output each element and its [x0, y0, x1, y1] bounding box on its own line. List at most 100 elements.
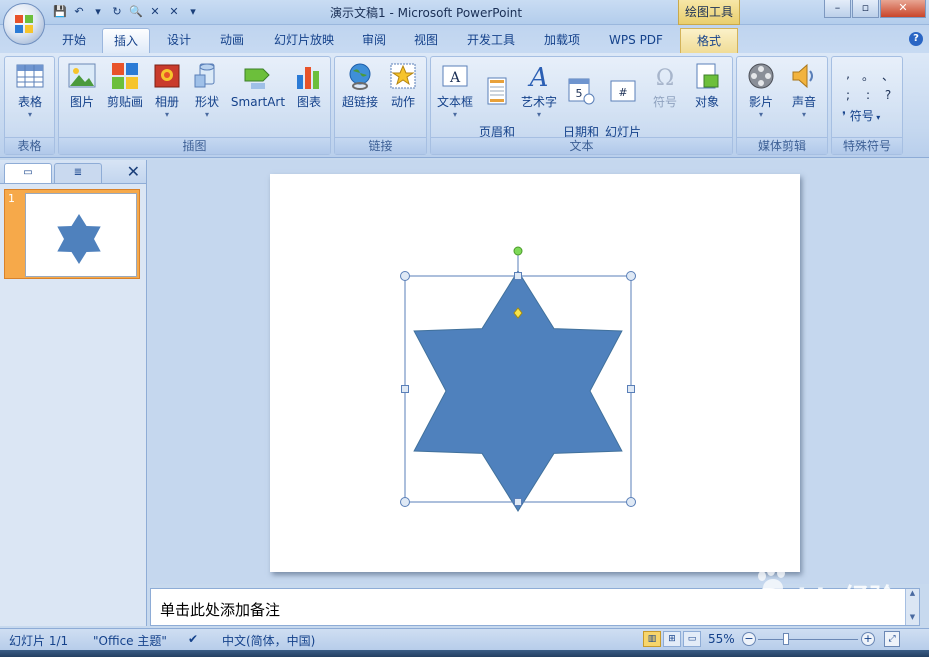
- special-symbol-label: 符号: [849, 109, 874, 123]
- status-bar: 幻灯片 1/1 "Office 主题" ✔ 中文(简体，中国) ▥ ⊞ ▭ 55…: [0, 628, 929, 650]
- shapes-button[interactable]: 形状 ▾: [189, 61, 225, 120]
- wordart-label: 艺术字: [520, 95, 557, 109]
- globe-link-icon: [349, 63, 371, 90]
- tab-design[interactable]: 设计: [158, 28, 200, 53]
- context-tab-title: 绘图工具: [678, 0, 740, 25]
- picture-button[interactable]: 图片: [64, 61, 100, 110]
- smartart-label: SmartArt: [230, 95, 286, 109]
- omega-icon: Ω: [656, 66, 674, 91]
- movie-button[interactable]: 影片 ▾: [739, 61, 783, 120]
- tab-format[interactable]: 格式: [680, 28, 738, 53]
- zoom-slider[interactable]: [758, 639, 858, 640]
- notes-scrollbar[interactable]: ▲ ▼: [905, 589, 919, 625]
- symbol-period[interactable]: 。: [858, 67, 878, 84]
- special-symbol-button[interactable]: ❜ 符号 ▾: [842, 107, 880, 124]
- group-text: A 文本框 ▾ 页眉和 页脚 A 艺术字 ▾ 5: [430, 56, 733, 155]
- zoom-slider-thumb[interactable]: [783, 633, 789, 645]
- undo-dropdown-icon[interactable]: ▾: [90, 4, 106, 20]
- symbol-button[interactable]: Ω 符号: [645, 61, 685, 110]
- group-media: 影片 ▾ 声音 ▾ 媒体剪辑: [736, 56, 828, 155]
- symbol-comma[interactable]: ,: [838, 67, 858, 84]
- resize-handle-se[interactable]: [626, 497, 636, 507]
- tab-review[interactable]: 审阅: [353, 28, 395, 53]
- pane-tabs: ▭ ≣ ✕: [0, 160, 146, 184]
- six-point-star-shape[interactable]: [413, 270, 623, 512]
- close-icon[interactable]: ✕: [166, 4, 182, 20]
- resize-handle-sw[interactable]: [400, 497, 410, 507]
- ribbon-tabs: 开始 插入 设计 动画 幻灯片放映 审阅 视图 开发工具 加载项 WPS PDF…: [0, 25, 929, 54]
- slideshow-view-icon[interactable]: ▭: [683, 631, 701, 647]
- slides-tab-icon: ▭: [23, 167, 33, 178]
- slide-canvas[interactable]: [270, 174, 800, 572]
- tab-slides[interactable]: ▭: [4, 163, 52, 183]
- preview-icon[interactable]: 🔍: [128, 4, 144, 20]
- svg-text:#: #: [618, 86, 627, 99]
- zoom-in-icon[interactable]: +: [861, 632, 875, 646]
- slide-sorter-view-icon[interactable]: ⊞: [663, 631, 681, 647]
- slide-number: 1: [8, 192, 15, 205]
- rotation-handle[interactable]: [513, 246, 523, 256]
- tab-view[interactable]: 视图: [405, 28, 447, 53]
- zoom-out-icon[interactable]: −: [742, 632, 756, 646]
- undo-icon[interactable]: ↶: [71, 4, 87, 20]
- action-button[interactable]: 动作: [383, 61, 423, 110]
- spellcheck-icon[interactable]: ✔: [188, 632, 198, 646]
- tab-animation[interactable]: 动画: [211, 28, 253, 53]
- zoom-level[interactable]: 55%: [708, 632, 735, 646]
- help-icon[interactable]: ?: [909, 32, 923, 46]
- save-icon[interactable]: 💾: [52, 4, 68, 20]
- restore-button[interactable]: ▫: [852, 0, 879, 18]
- resize-handle-n[interactable]: [514, 272, 522, 280]
- minimize-button[interactable]: –: [824, 0, 851, 18]
- office-button[interactable]: [3, 3, 45, 45]
- resize-handle-nw[interactable]: [400, 271, 410, 281]
- symbol-colon[interactable]: :: [858, 88, 878, 102]
- group-label-special-symbols: 特殊符号: [832, 137, 902, 154]
- close-icon[interactable]: ✕: [147, 4, 163, 20]
- slides-pane: ▭ ≣ ✕ 1: [0, 160, 147, 626]
- album-button[interactable]: 相册 ▾: [149, 61, 185, 120]
- clipart-button[interactable]: 剪贴画: [103, 61, 147, 110]
- textbox-button[interactable]: A 文本框 ▾: [433, 61, 477, 120]
- chevron-down-icon: ▾: [204, 110, 209, 119]
- chart-button[interactable]: 图表: [291, 61, 327, 110]
- tab-insert[interactable]: 插入: [102, 28, 150, 54]
- resize-handle-s[interactable]: [514, 498, 522, 506]
- resize-handle-w[interactable]: [401, 385, 409, 393]
- chevron-down-icon: ▾: [452, 110, 457, 119]
- table-button[interactable]: 表格 ▾: [8, 61, 52, 120]
- redo-icon[interactable]: ↻: [109, 4, 125, 20]
- group-label-links: 链接: [335, 137, 426, 154]
- sound-button[interactable]: 声音 ▾: [783, 61, 825, 120]
- close-icon[interactable]: ✕: [127, 163, 140, 181]
- tab-wps-pdf[interactable]: WPS PDF: [602, 28, 670, 53]
- photo-album-icon: [154, 64, 180, 88]
- close-button[interactable]: ✕: [880, 0, 926, 18]
- tab-addins[interactable]: 加载项: [535, 28, 589, 53]
- smartart-button[interactable]: SmartArt: [229, 61, 287, 110]
- wordart-button[interactable]: A 艺术字 ▾: [519, 61, 559, 120]
- textbox-label: 文本框: [436, 95, 473, 109]
- picture-label: 图片: [69, 95, 94, 109]
- svg-text:5: 5: [576, 87, 583, 100]
- symbol-question[interactable]: ?: [878, 88, 898, 102]
- slide-thumbnail[interactable]: [25, 193, 137, 277]
- resize-handle-e[interactable]: [627, 385, 635, 393]
- slide-thumbnail-selected[interactable]: 1: [4, 189, 140, 279]
- header-footer-icon: [487, 77, 507, 105]
- resize-handle-ne[interactable]: [626, 271, 636, 281]
- smartart-icon: [244, 68, 270, 89]
- normal-view-icon[interactable]: ▥: [643, 631, 661, 647]
- shapes-label: 形状: [194, 95, 219, 109]
- hyperlink-button[interactable]: 超链接: [337, 61, 383, 110]
- tab-outline[interactable]: ≣: [54, 163, 102, 183]
- customize-dropdown-icon[interactable]: ▾: [185, 4, 201, 20]
- tab-slideshow[interactable]: 幻灯片放映: [266, 28, 342, 53]
- tab-developer[interactable]: 开发工具: [458, 28, 524, 53]
- symbol-semicolon[interactable]: ;: [838, 88, 858, 102]
- tab-home[interactable]: 开始: [52, 28, 96, 53]
- fit-to-window-icon[interactable]: ⤢: [884, 631, 900, 647]
- symbol-enumeration-comma[interactable]: 、: [878, 67, 898, 84]
- svg-text:A: A: [528, 63, 549, 91]
- object-button[interactable]: 对象: [687, 61, 727, 110]
